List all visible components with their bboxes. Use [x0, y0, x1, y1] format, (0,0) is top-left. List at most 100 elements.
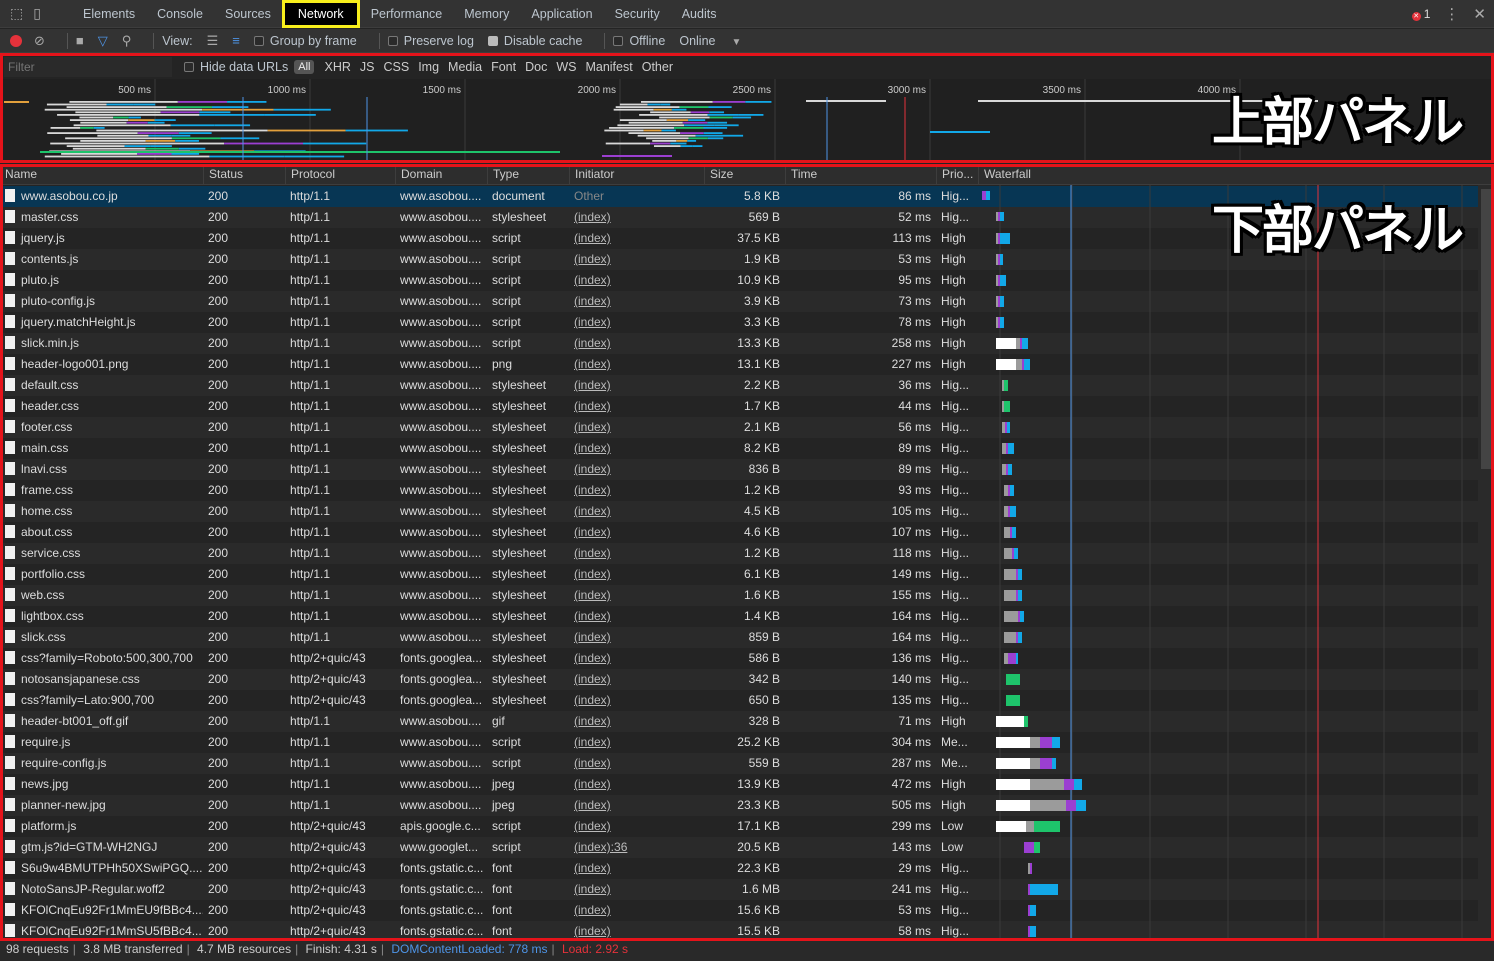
- table-row[interactable]: gtm.js?id=GTM-WH2NGJ 200 http/2+quic/43 www…: [0, 837, 1478, 858]
- cell-initiator[interactable]: (index): [569, 333, 704, 354]
- table-row[interactable]: lnavi.css 200 http/1.1 www.asobou.... styles…: [0, 459, 1478, 480]
- search-icon[interactable]: ⚲: [122, 33, 132, 49]
- cell-name[interactable]: css?family=Roboto:500,300,700: [0, 648, 203, 669]
- cell-name[interactable]: master.css: [0, 207, 203, 228]
- preserve-log-toggle[interactable]: Preserve log: [387, 34, 474, 48]
- capture-screenshots-icon[interactable]: ■: [76, 33, 84, 48]
- cell-name[interactable]: KFOlCnqEu92Fr1MmEU9fBBc4....: [0, 900, 203, 921]
- overview-icon[interactable]: ≡: [232, 33, 240, 48]
- tab-sources[interactable]: Sources: [214, 0, 282, 28]
- cell-name[interactable]: news.jpg: [0, 774, 203, 795]
- cell-name[interactable]: css?family=Lato:900,700: [0, 690, 203, 711]
- table-row[interactable]: about.css 200 http/1.1 www.asobou.... styles…: [0, 522, 1478, 543]
- cell-initiator[interactable]: (index): [569, 228, 704, 249]
- scrollbar[interactable]: [1478, 185, 1494, 938]
- cell-name[interactable]: planner-new.jpg: [0, 795, 203, 816]
- disable-cache-checkbox[interactable]: [487, 35, 498, 46]
- table-row[interactable]: KFOlCnqEu92Fr1MmSU5fBBc4... 200 http/2+qui…: [0, 921, 1478, 938]
- table-row[interactable]: header-logo001.png 200 http/1.1 www.asobou.…: [0, 354, 1478, 375]
- tab-memory[interactable]: Memory: [453, 0, 520, 28]
- table-row[interactable]: require.js 200 http/1.1 www.asobou.... scrip…: [0, 732, 1478, 753]
- cell-name[interactable]: default.css: [0, 375, 203, 396]
- cell-name[interactable]: slick.css: [0, 627, 203, 648]
- cell-name[interactable]: jquery.matchHeight.js: [0, 312, 203, 333]
- cell-name[interactable]: gtm.js?id=GTM-WH2NGJ: [0, 837, 203, 858]
- filter-type-ws[interactable]: WS: [556, 60, 576, 74]
- cell-initiator[interactable]: (index): [569, 270, 704, 291]
- cell-initiator[interactable]: (index): [569, 480, 704, 501]
- table-row[interactable]: pluto.js 200 http/1.1 www.asobou.... script (…: [0, 270, 1478, 291]
- cell-initiator[interactable]: (index): [569, 585, 704, 606]
- filter-type-xhr[interactable]: XHR: [324, 60, 350, 74]
- table-row[interactable]: KFOlCnqEu92Fr1MmEU9fBBc4.... 200 http/2+qu…: [0, 900, 1478, 921]
- record-button[interactable]: [10, 34, 22, 47]
- preserve-log-checkbox[interactable]: [387, 35, 398, 46]
- filter-type-css[interactable]: CSS: [383, 60, 409, 74]
- offline-checkbox[interactable]: [613, 35, 624, 46]
- cell-initiator[interactable]: (index): [569, 291, 704, 312]
- cell-name[interactable]: service.css: [0, 543, 203, 564]
- column-header-priority[interactable]: Prio...: [936, 165, 978, 185]
- table-row[interactable]: S6u9w4BMUTPHh50XSwiPGQ.... 200 http/2+quic…: [0, 858, 1478, 879]
- group-by-frame-toggle[interactable]: Group by frame: [253, 34, 357, 48]
- cell-initiator[interactable]: (index): [569, 669, 704, 690]
- cell-name[interactable]: lightbox.css: [0, 606, 203, 627]
- cell-initiator[interactable]: (index): [569, 207, 704, 228]
- table-row[interactable]: service.css 200 http/1.1 www.asobou.... styl…: [0, 543, 1478, 564]
- tab-security[interactable]: Security: [604, 0, 671, 28]
- column-header-status[interactable]: Status: [203, 165, 285, 185]
- table-row[interactable]: lightbox.css 200 http/1.1 www.asobou.... sty…: [0, 606, 1478, 627]
- cell-initiator[interactable]: (index): [569, 921, 704, 938]
- cell-initiator[interactable]: (index): [569, 438, 704, 459]
- filter-type-doc[interactable]: Doc: [525, 60, 547, 74]
- cell-initiator[interactable]: (index): [569, 858, 704, 879]
- column-header-type[interactable]: Type: [487, 165, 569, 185]
- cell-initiator[interactable]: Other: [569, 186, 704, 207]
- cell-initiator[interactable]: (index): [569, 753, 704, 774]
- cell-name[interactable]: footer.css: [0, 417, 203, 438]
- table-row[interactable]: notosansjapanese.css 200 http/2+quic/43 fon…: [0, 669, 1478, 690]
- table-row[interactable]: main.css 200 http/1.1 www.asobou.... stylesh…: [0, 438, 1478, 459]
- table-row[interactable]: pluto-config.js 200 http/1.1 www.asobou....…: [0, 291, 1478, 312]
- cell-initiator[interactable]: (index): [569, 816, 704, 837]
- cell-name[interactable]: KFOlCnqEu92Fr1MmSU5fBBc4...: [0, 921, 203, 938]
- cell-initiator[interactable]: (index): [569, 459, 704, 480]
- column-header-time[interactable]: Time: [785, 165, 936, 185]
- cell-initiator[interactable]: (index): [569, 312, 704, 333]
- tab-console[interactable]: Console: [146, 0, 214, 28]
- cell-name[interactable]: lnavi.css: [0, 459, 203, 480]
- error-counter[interactable]: ✕ 1: [1411, 7, 1430, 21]
- cell-initiator[interactable]: (index): [569, 354, 704, 375]
- cell-initiator[interactable]: (index): [569, 522, 704, 543]
- cell-name[interactable]: pluto-config.js: [0, 291, 203, 312]
- column-header-waterfall[interactable]: Waterfall: [978, 165, 1478, 185]
- table-row[interactable]: footer.css 200 http/1.1 www.asobou.... style…: [0, 417, 1478, 438]
- filter-input[interactable]: [4, 57, 172, 77]
- cell-name[interactable]: portfolio.css: [0, 564, 203, 585]
- table-row[interactable]: header.css 200 http/1.1 www.asobou.... style…: [0, 396, 1478, 417]
- cell-initiator[interactable]: (index):36: [569, 837, 704, 858]
- cell-name[interactable]: header-bt001_off.gif: [0, 711, 203, 732]
- cell-name[interactable]: NotoSansJP-Regular.woff2: [0, 879, 203, 900]
- filter-icon[interactable]: ▽: [98, 33, 108, 49]
- cell-initiator[interactable]: (index): [569, 501, 704, 522]
- cell-initiator[interactable]: (index): [569, 396, 704, 417]
- table-row[interactable]: css?family=Lato:900,700 200 http/2+quic/43…: [0, 690, 1478, 711]
- tab-performance[interactable]: Performance: [360, 0, 454, 28]
- filter-type-js[interactable]: JS: [360, 60, 375, 74]
- table-row[interactable]: header-bt001_off.gif 200 http/1.1 www.asobo…: [0, 711, 1478, 732]
- filter-type-manifest[interactable]: Manifest: [585, 60, 632, 74]
- cell-initiator[interactable]: (index): [569, 606, 704, 627]
- cell-initiator[interactable]: (index): [569, 774, 704, 795]
- cell-name[interactable]: about.css: [0, 522, 203, 543]
- more-options-icon[interactable]: ⋮: [1444, 5, 1459, 23]
- cell-initiator[interactable]: (index): [569, 795, 704, 816]
- filter-all-button[interactable]: All: [294, 60, 315, 74]
- tab-elements[interactable]: Elements: [72, 0, 146, 28]
- cell-initiator[interactable]: (index): [569, 879, 704, 900]
- cell-name[interactable]: pluto.js: [0, 270, 203, 291]
- table-row[interactable]: css?family=Roboto:500,300,700 200 http/2+q…: [0, 648, 1478, 669]
- tab-network[interactable]: Network: [281, 0, 360, 28]
- column-header-protocol[interactable]: Protocol: [285, 165, 395, 185]
- column-header-size[interactable]: Size: [704, 165, 785, 185]
